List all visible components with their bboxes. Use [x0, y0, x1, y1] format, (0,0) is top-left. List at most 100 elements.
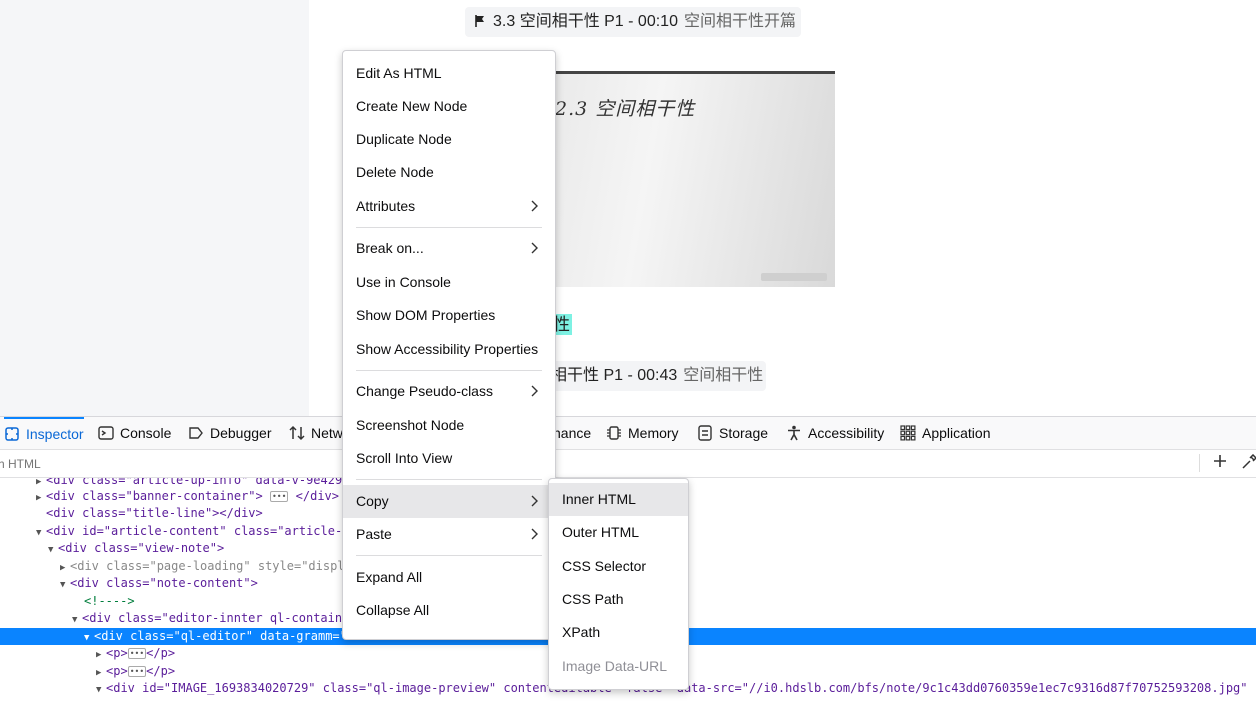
eyedropper-icon [1242, 453, 1256, 469]
menu-item-label: Scroll Into View [356, 450, 453, 466]
timestamp-chip-1[interactable]: 3.3 空间相干性 P1 - 00:10 空间相干性开篇 [465, 7, 801, 37]
markup-row-code: <div class="title-line"></div> [46, 506, 263, 520]
ellipsis-badge[interactable]: ••• [127, 666, 147, 677]
tab-inspector-label: Inspector [26, 426, 84, 442]
menu-expand-all[interactable]: Expand All [343, 561, 555, 594]
submenu-css-path[interactable]: CSS Path [549, 583, 688, 616]
tab-network[interactable]: Netw [289, 417, 343, 449]
search-html-bar [0, 450, 1256, 478]
collapse-arrow-icon[interactable]: ▼ [72, 612, 82, 629]
plus-icon [1214, 455, 1226, 467]
markup-row-code: <div class="article-up-info" data-v-9e42… [46, 478, 350, 487]
menu-show-accessibility-properties[interactable]: Show Accessibility Properties [343, 333, 555, 366]
menu-change-pseudo-class[interactable]: Change Pseudo-class [343, 375, 555, 408]
menu-screenshot-node[interactable]: Screenshot Node [343, 409, 555, 442]
debugger-icon [189, 427, 203, 439]
menu-break-on[interactable]: Break on... [343, 232, 555, 265]
chevron-right-icon [531, 385, 538, 397]
menu-paste[interactable]: Paste [343, 518, 555, 551]
tab-inspector[interactable]: Inspector [4, 417, 84, 449]
image-watermark [761, 273, 827, 281]
chip-2-muted: 空间相干性 [683, 367, 764, 384]
menu-separator [356, 370, 542, 371]
tab-performance[interactable]: nance [553, 417, 591, 449]
copy-submenu: Inner HTML Outer HTML CSS Selector CSS P… [548, 478, 689, 690]
menu-attributes[interactable]: Attributes [343, 190, 555, 223]
submenu-item-label: CSS Selector [562, 558, 647, 574]
markup-row-code: <div class="page-loading" style="displ [70, 559, 345, 573]
tab-memory[interactable]: Memory [606, 417, 679, 449]
menu-item-label: Edit As HTML [356, 65, 442, 81]
menu-duplicate-node[interactable]: Duplicate Node [343, 123, 555, 156]
submenu-image-data-url: Image Data-URL [549, 650, 688, 683]
expand-arrow-icon[interactable]: ▶ [96, 647, 106, 664]
add-node-button[interactable] [1212, 453, 1230, 473]
menu-item-label: Paste [356, 526, 392, 542]
markup-row-code: <div class="editor-innter ql-contain [82, 611, 343, 625]
collapse-arrow-icon[interactable]: ▼ [60, 577, 70, 594]
menu-delete-node[interactable]: Delete Node [343, 156, 555, 189]
tab-accessibility[interactable]: Accessibility [786, 417, 884, 449]
menu-edit-as-html[interactable]: Edit As HTML [343, 57, 555, 90]
menu-scroll-into-view[interactable]: Scroll Into View [343, 442, 555, 475]
submenu-item-label: Inner HTML [562, 491, 636, 507]
menu-item-label: Delete Node [356, 164, 434, 180]
submenu-inner-html[interactable]: Inner HTML [549, 483, 688, 516]
menu-item-label: Duplicate Node [356, 131, 452, 147]
tab-debugger[interactable]: Debugger [188, 417, 272, 449]
tab-accessibility-label: Accessibility [808, 425, 885, 441]
menu-item-label: Expand All [356, 569, 423, 585]
menu-item-label: Attributes [356, 198, 416, 214]
submenu-outer-html[interactable]: Outer HTML [549, 516, 688, 549]
menu-separator [356, 227, 542, 228]
submenu-item-label: Outer HTML [562, 524, 640, 540]
menu-item-label: Screenshot Node [356, 417, 465, 433]
menu-item-label: Use in Console [356, 274, 451, 290]
tab-memory-label: Memory [628, 425, 679, 441]
flag-icon [475, 15, 484, 27]
left-sidebar-area [0, 0, 309, 416]
memory-icon [607, 426, 621, 440]
chevron-right-icon [531, 242, 538, 254]
collapse-arrow-icon[interactable]: ▼ [48, 542, 58, 559]
submenu-item-label: Image Data-URL [562, 658, 668, 674]
submenu-xpath[interactable]: XPath [549, 616, 688, 649]
storage-icon [698, 425, 712, 441]
markup-row-code: <div class="banner-container"> [46, 489, 263, 503]
menu-collapse-all[interactable]: Collapse All [343, 594, 555, 627]
menu-item-label: Create New Node [356, 98, 468, 114]
accessibility-icon [788, 425, 800, 441]
tab-debugger-label: Debugger [210, 425, 272, 441]
eyedropper-button[interactable] [1241, 453, 1256, 472]
menu-copy[interactable]: Copy [343, 485, 555, 518]
chevron-right-icon [531, 200, 538, 212]
menu-create-new-node[interactable]: Create New Node [343, 90, 555, 123]
submenu-css-selector[interactable]: CSS Selector [549, 550, 688, 583]
markup-row-code: <div class="note-content"> [70, 576, 258, 590]
inspector-icon [5, 427, 19, 441]
tab-console-label: Console [120, 425, 172, 441]
tab-console[interactable]: Console [98, 417, 171, 449]
chevron-right-icon [531, 495, 538, 507]
menu-item-label: Collapse All [356, 602, 430, 618]
menu-show-dom-properties[interactable]: Show DOM Properties [343, 299, 555, 332]
tab-application-label: Application [922, 425, 991, 441]
note-image[interactable]: 2.3 空间相干性 [553, 71, 835, 287]
menu-item-label: Copy [356, 493, 389, 509]
toolbar-divider [1199, 454, 1200, 472]
ellipsis-badge[interactable]: ••• [269, 491, 289, 502]
search-html-input[interactable] [0, 452, 290, 476]
context-menu: Edit As HTML Create New Node Duplicate N… [342, 50, 556, 640]
menu-separator [356, 479, 542, 480]
timestamp-chip-2[interactable]: 相干性 P1 - 00:43 空间相干性 [545, 361, 766, 391]
tab-performance-label: nance [553, 425, 592, 441]
ellipsis-badge[interactable]: ••• [127, 648, 147, 659]
console-icon [98, 426, 114, 440]
collapse-arrow-icon[interactable]: ▼ [96, 682, 106, 699]
tab-application[interactable]: Application [900, 417, 991, 449]
submenu-item-label: XPath [562, 624, 601, 640]
menu-use-in-console[interactable]: Use in Console [343, 266, 555, 299]
menu-item-label: Show DOM Properties [356, 307, 496, 323]
tab-storage[interactable]: Storage [697, 417, 768, 449]
application-icon [900, 425, 916, 441]
